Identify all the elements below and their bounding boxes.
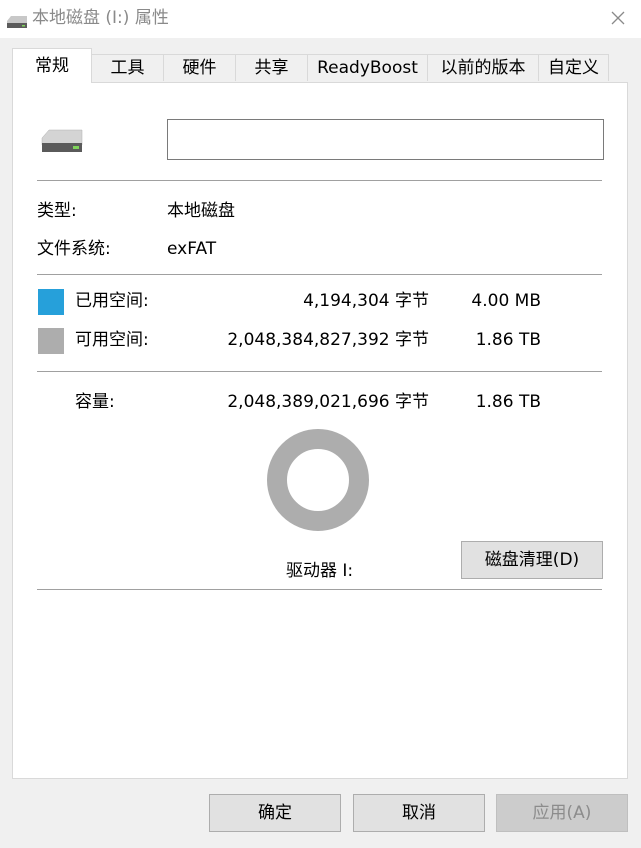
used-space-label: 已用空间: [75, 291, 149, 311]
tab-strip: 常规 工具 硬件 共享 ReadyBoost 以前的版本 自定义 [12, 48, 628, 83]
divider [37, 371, 602, 372]
donut-free-ring [267, 429, 369, 531]
free-space-size: 1.86 TB [475, 330, 541, 350]
drive-icon [40, 128, 84, 158]
ok-button[interactable]: 确定 [209, 794, 341, 832]
type-label: 类型: [37, 201, 77, 221]
filesystem-value: exFAT [167, 239, 217, 259]
cancel-button[interactable]: 取消 [353, 794, 485, 832]
close-button[interactable] [595, 0, 641, 38]
used-space-swatch [38, 289, 64, 315]
drive-name-input[interactable] [167, 119, 604, 160]
used-space-size: 4.00 MB [471, 291, 541, 311]
title-bar: 本地磁盘 (I:) 属性 [0, 0, 641, 38]
tab-hardware[interactable]: 硬件 [163, 54, 236, 81]
tab-customize[interactable]: 自定义 [538, 54, 609, 81]
divider [37, 274, 602, 275]
tab-readyboost[interactable]: ReadyBoost [307, 54, 428, 81]
free-space-swatch [38, 328, 64, 354]
drive-icon [6, 14, 28, 33]
divider [37, 589, 602, 590]
tab-previous-versions[interactable]: 以前的版本 [427, 54, 539, 81]
type-value: 本地磁盘 [167, 201, 235, 221]
tab-general[interactable]: 常规 [12, 48, 92, 83]
close-icon [611, 10, 625, 29]
usage-donut-chart [267, 429, 369, 531]
free-space-bytes: 2,048,384,827,392 字节 [227, 330, 429, 350]
tab-tools[interactable]: 工具 [91, 54, 164, 81]
drive-letter-label: 驱动器 I: [286, 561, 354, 581]
tab-sharing[interactable]: 共享 [235, 54, 308, 81]
apply-button[interactable]: 应用(A) [496, 794, 628, 832]
capacity-size: 1.86 TB [475, 392, 541, 412]
window-title: 本地磁盘 (I:) 属性 [32, 8, 169, 28]
capacity-bytes: 2,048,389,021,696 字节 [227, 392, 429, 412]
filesystem-label: 文件系统: [37, 239, 111, 259]
used-space-bytes: 4,194,304 字节 [303, 291, 429, 311]
capacity-label: 容量: [75, 392, 115, 412]
divider [37, 180, 602, 181]
disk-cleanup-button[interactable]: 磁盘清理(D) [461, 541, 603, 579]
free-space-label: 可用空间: [75, 330, 149, 350]
